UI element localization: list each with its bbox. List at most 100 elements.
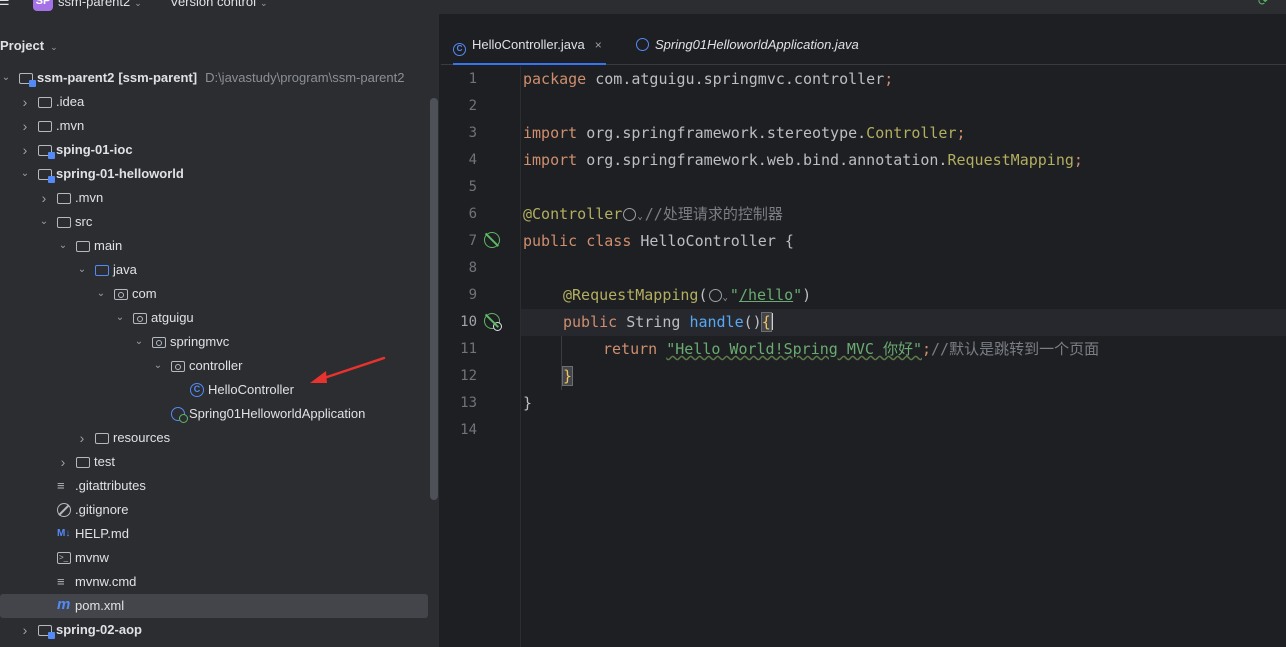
tree-item-java[interactable]: ⌄ java [0, 258, 430, 282]
line-number[interactable]: 6 [441, 201, 477, 228]
chevron-down-icon[interactable]: ⌄ [0, 66, 12, 90]
project-view-selector[interactable]: Project ⌄ [0, 36, 58, 56]
line-number[interactable]: 9 [441, 282, 477, 309]
folder-icon [38, 121, 52, 132]
tree-item-help-md[interactable]: M↓ HELP.md [0, 522, 430, 546]
tree-item-label: resources [113, 430, 171, 445]
line-number[interactable]: 2 [441, 93, 477, 120]
chevron-right-icon[interactable]: › [19, 618, 31, 642]
tree-item-pom-xml[interactable]: m pom.xml [0, 594, 428, 618]
tree-item-controller[interactable]: ⌄ controller [0, 354, 430, 378]
code-line-10[interactable]: public String handle(){ [563, 309, 773, 336]
tree-item-src[interactable]: ⌄ src [0, 210, 430, 234]
tree-item-main[interactable]: ⌄ main [0, 234, 430, 258]
module-icon [38, 169, 55, 183]
tree-item-label: spring-02-aop [56, 622, 142, 637]
tree-item-springmvc[interactable]: ⌄ springmvc [0, 330, 430, 354]
project-panel-title: Project [0, 38, 45, 53]
package-icon [133, 313, 147, 324]
line-number[interactable]: 4 [441, 147, 477, 174]
code-line-1[interactable]: package com.atguigu.springmvc.controller… [523, 66, 893, 93]
tree-item-test[interactable]: › test [0, 450, 430, 474]
tree-item-ssm-parent2[interactable]: ⌄ ssm-parent2 [ssm-parent] D:\javastudy\pro… [0, 66, 430, 90]
project-switcher[interactable]: ssm-parent2 ⌄ [58, 0, 142, 11]
tree-item-label: HelloController [208, 382, 294, 397]
close-icon[interactable]: × [595, 38, 602, 52]
chevron-down-icon[interactable]: ⌄ [76, 258, 88, 282]
tree-item-hellocontroller[interactable]: C HelloController [0, 378, 430, 402]
chevron-down-icon[interactable]: ⌄ [57, 234, 69, 258]
spring-bean-gutter-icon[interactable] [484, 232, 500, 248]
chevron-right-icon[interactable]: › [19, 114, 31, 138]
code-line-13[interactable]: } [523, 390, 532, 417]
chevron-down-icon[interactable]: ⌄ [38, 210, 50, 234]
tree-item-label: mvnw.cmd [75, 574, 137, 589]
tree-item-label: sping-01-ioc [56, 142, 133, 157]
code-line-7[interactable]: public class HelloController { [523, 228, 794, 255]
code-line-11[interactable]: return "Hello World!Spring MVC 你好";//默认是… [603, 336, 1099, 363]
tree-item-idea[interactable]: › .idea [0, 90, 430, 114]
tab-hellocontroller[interactable]: C HelloController.java × [453, 14, 606, 65]
tree-item-gitignore[interactable]: .gitignore [0, 498, 430, 522]
tree-item-mvnw[interactable]: >_ mvnw [0, 546, 430, 570]
globe-icon[interactable] [623, 208, 637, 221]
tree-item-label: .gitignore [75, 502, 129, 517]
folder-icon [57, 193, 71, 204]
tree-item-sping-01-ioc[interactable]: › sping-01-ioc [0, 138, 430, 162]
line-number[interactable]: 3 [441, 120, 477, 147]
folder-icon [76, 241, 90, 252]
spring-bean-gutter-icon[interactable] [484, 313, 502, 331]
tree-item-label: src [75, 214, 93, 229]
version-control-menu[interactable]: Version control ⌄ [170, 0, 268, 11]
tree-vertical-scrollbar[interactable] [430, 98, 438, 500]
tree-item-mvn[interactable]: › .mvn [0, 186, 430, 210]
source-folder-icon [95, 265, 109, 276]
chevron-down-icon[interactable]: ⌄ [114, 306, 126, 330]
tree-item-com[interactable]: ⌄ com [0, 282, 430, 306]
line-number[interactable]: 1 [441, 66, 477, 93]
folder-icon [76, 457, 90, 468]
chevron-down-icon: ⌄ [260, 0, 268, 8]
tree-item-label: main [94, 238, 123, 253]
line-number[interactable]: 5 [441, 174, 477, 201]
maven-icon: m [57, 596, 71, 613]
chevron-right-icon[interactable]: › [38, 186, 50, 210]
code-line-9[interactable]: @RequestMapping(⌄ "/hello") [563, 282, 811, 309]
line-number[interactable]: 13 [441, 390, 477, 417]
line-number[interactable]: 11 [441, 336, 477, 363]
chevron-down-icon[interactable]: ⌄ [19, 162, 31, 186]
line-number[interactable]: 7 [441, 228, 477, 255]
tree-item-mvnw-cmd[interactable]: ≡ mvnw.cmd [0, 570, 430, 594]
chevron-right-icon[interactable]: › [57, 450, 69, 474]
tree-item-label: pom.xml [75, 598, 125, 613]
tree-item-gitattributes[interactable]: ≡ .gitattributes [0, 474, 430, 498]
tree-item-spring01helloworldapplication[interactable]: Spring01HelloworldApplication [0, 402, 430, 426]
main-menu-icon[interactable]: ☰ [0, 0, 12, 8]
tree-item-atguigu[interactable]: ⌄ atguigu [0, 306, 430, 330]
chevron-down-icon[interactable]: ⌄ [133, 330, 145, 354]
chevron-right-icon[interactable]: › [19, 90, 31, 114]
line-number[interactable]: 10 [441, 309, 477, 336]
line-number[interactable]: 14 [441, 417, 477, 444]
code-line-6[interactable]: @Controller ⌄//处理请求的控制器 [523, 201, 783, 228]
chevron-down-icon[interactable]: ⌄ [152, 354, 164, 378]
package-icon [171, 361, 185, 372]
chevron-right-icon[interactable]: › [76, 426, 88, 450]
run-status-icon[interactable]: ⟳ [1258, 0, 1286, 12]
line-number[interactable]: 12 [441, 363, 477, 390]
project-badge[interactable]: SP [33, 0, 53, 11]
code-line-4[interactable]: import org.springframework.web.bind.anno… [523, 147, 1083, 174]
globe-icon[interactable] [708, 289, 722, 302]
tree-item-mvn[interactable]: › .mvn [0, 114, 430, 138]
line-number[interactable]: 8 [441, 255, 477, 282]
tree-item-spring-01-helloworld[interactable]: ⌄ spring-01-helloworld [0, 162, 430, 186]
tree-item-spring-02-aop[interactable]: › spring-02-aop [0, 618, 430, 642]
chevron-right-icon[interactable]: › [19, 138, 31, 162]
tab-spring01helloworldapplication[interactable]: Spring01HelloworldApplication.java [636, 14, 859, 65]
spring-app-icon [171, 407, 188, 423]
tree-item-resources[interactable]: › resources [0, 426, 430, 450]
chevron-down-icon[interactable]: ⌄ [95, 282, 107, 306]
code-line-12[interactable]: } [561, 363, 574, 390]
code-line-3[interactable]: import org.springframework.stereotype.Co… [523, 120, 966, 147]
chevron-down-icon: ⌄ [722, 293, 728, 303]
